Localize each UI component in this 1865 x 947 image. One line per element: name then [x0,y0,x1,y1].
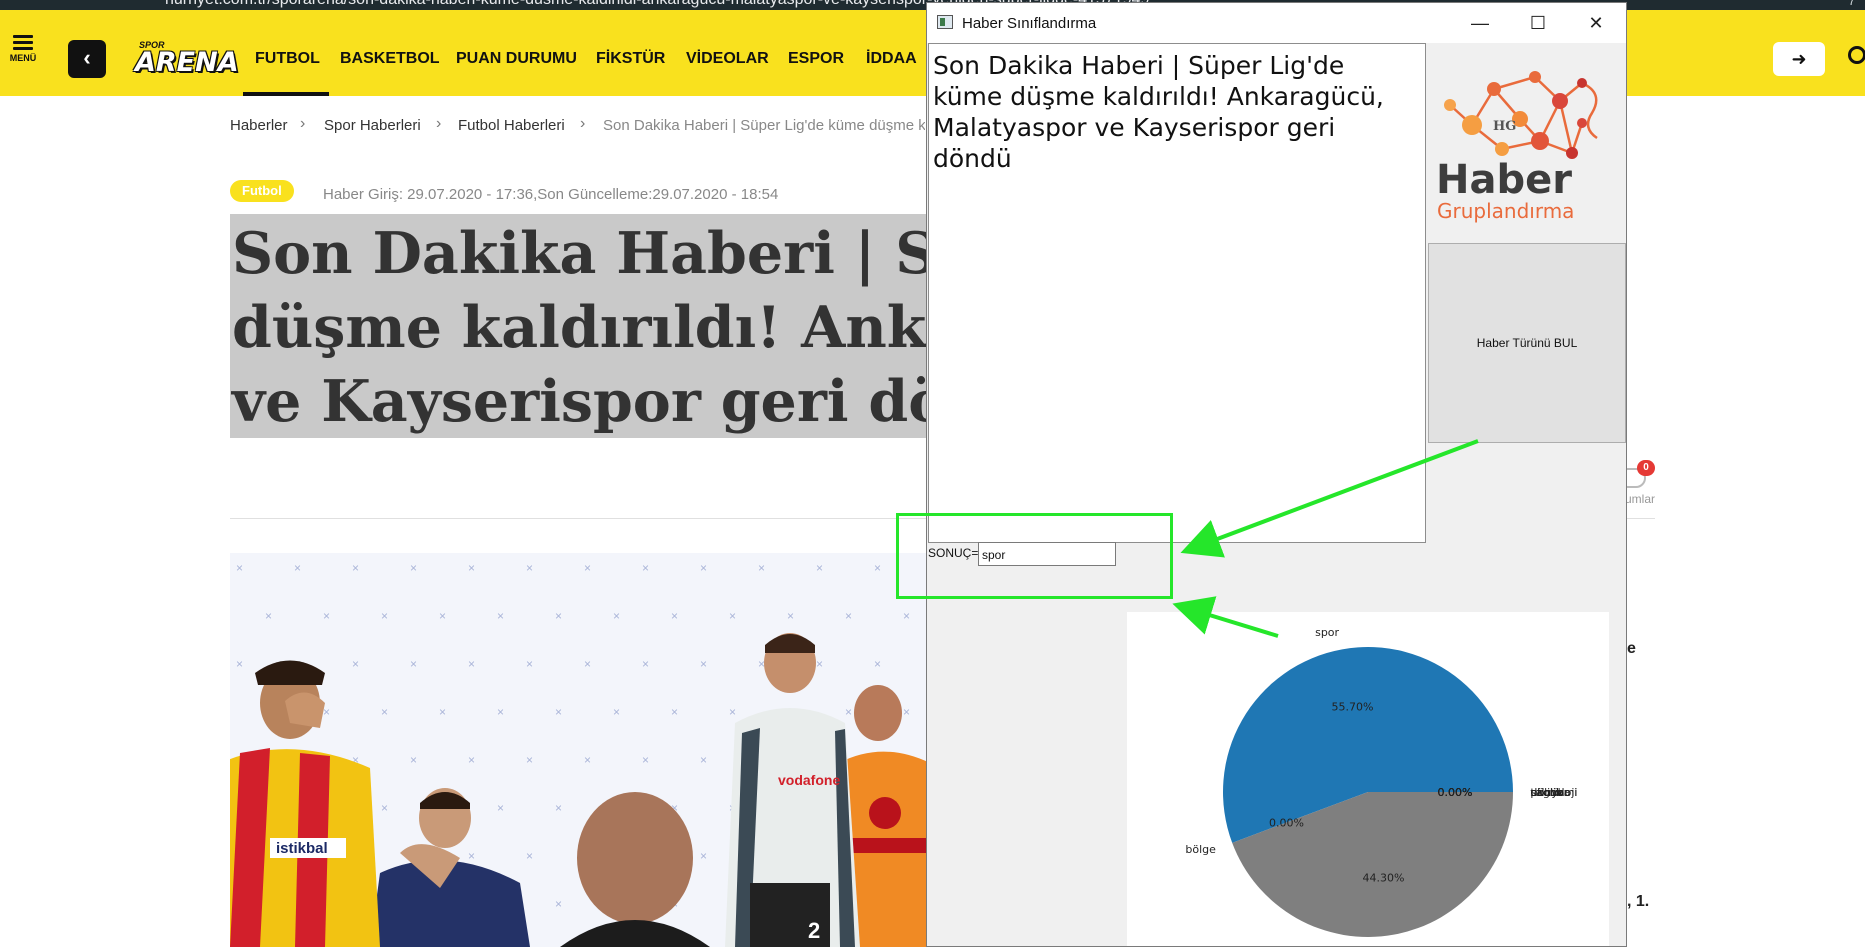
login-icon: ➜ [1791,49,1807,69]
nav-espor[interactable]: ESPOR [788,50,844,68]
window-title: Haber Sınıflandırma [962,15,1097,32]
logo-main-text: ARENA [135,47,239,78]
maximize-button[interactable]: ☐ [1509,3,1567,43]
logo-initials: HG [1493,119,1516,134]
chevron-right-icon: › [436,115,442,132]
headline-line: Son Dakika Haberi | Süp [232,220,930,287]
coach-figure [560,792,710,947]
hamburger-icon [13,35,33,50]
pie-chart-panel: spor55.70%bölge0.00%yasam44.30%ekonomi0.… [1127,612,1609,946]
menu-button[interactable]: MENÜ [6,32,40,82]
close-button[interactable]: ✕ [1567,3,1625,43]
sponsor-text: vodafone [778,772,840,788]
nav-basketbol[interactable]: BASKETBOL [340,50,440,68]
article-text-fragment: , 1. [1627,893,1650,910]
nav-fikstur[interactable]: FİKSTÜR [596,50,665,68]
minimize-button[interactable]: — [1451,3,1509,43]
logo-title: Haber [1436,157,1572,203]
article-dateline: Haber Giriş: 29.07.2020 - 17:36,Son Günc… [323,186,779,203]
comment-label[interactable]: umlar [1625,492,1655,506]
nav-videolar[interactable]: VİDEOLAR [686,50,769,68]
logo-subtitle: Gruplandırma [1437,199,1574,223]
breadcrumb-haberler[interactable]: Haberler [230,117,288,134]
headline-line: ve Kayserispor geri dön [232,368,930,435]
article-text-fragment: e [1627,640,1636,657]
pie-value-label: 0.00% [1438,786,1473,799]
back-button[interactable]: ‹ [68,40,106,78]
network-graph-icon: HG Haber Gruplandırma [1436,71,1598,223]
article-photo: × × × × × × × × × × × × × × × × × × × × × × × × × × × × × × × × × × × × × × × ×… [230,553,930,947]
active-nav-indicator [243,92,329,96]
article-headline: Son Dakika Haberi | Süp düşme kaldırıldı… [230,214,930,438]
highlight-box [896,513,1173,599]
news-text-area[interactable]: Son Dakika Haberi | Süper Lig'de küme dü… [928,43,1426,543]
players-illustration: vodafone 2 istikbal [230,633,930,947]
menu-label: MENÜ [9,53,37,63]
chevron-right-icon: › [300,115,306,132]
pie-label-bölge: bölge [1185,843,1216,856]
haber-gruplandirma-logo: HG Haber Gruplandırma [1432,53,1622,243]
jersey-sponsor-text: istikbal [276,840,328,857]
breadcrumb-futbol-haberleri[interactable]: Futbol Haberleri [458,117,565,134]
chevron-left-icon: ‹ [83,45,91,70]
player-yellow-red: istikbal [230,660,380,947]
pie-value-label: 0.00% [1269,816,1304,829]
shirt-number: 2 [808,918,820,943]
pie-label-teknoloji: teknoloji [1530,786,1577,799]
nav-iddaa[interactable]: İDDAA [866,50,917,68]
player-white: vodafone 2 [725,633,860,947]
find-news-type-button[interactable]: Haber Türünü BUL [1428,243,1626,443]
site-logo[interactable]: SPOR ARENA [135,40,239,80]
pie-chart: spor55.70%bölge0.00%yasam44.30%ekonomi0.… [1185,626,1577,946]
category-badge[interactable]: Futbol [230,180,294,202]
pie-label-spor: spor [1315,626,1339,639]
app-window: Haber Sınıflandırma — ☐ ✕ Son Dakika Hab… [926,2,1627,947]
pie-value-label: 55.70% [1332,700,1374,713]
headline-line: düşme kaldırıldı! Ankar [232,294,930,361]
window-titlebar[interactable]: Haber Sınıflandırma — ☐ ✕ [927,3,1626,43]
extension-badge[interactable]: 7 [1848,0,1855,8]
login-button[interactable]: ➜ [1773,42,1825,76]
app-window-icon [937,15,953,29]
chevron-right-icon: › [580,115,586,132]
nav-futbol[interactable]: FUTBOL [255,50,320,68]
player-navy [370,788,530,947]
comment-count-badge: 0 [1637,460,1655,476]
breadcrumb-spor-haberleri[interactable]: Spor Haberleri [324,117,421,134]
search-icon[interactable] [1848,46,1865,64]
nav-puan-durumu[interactable]: PUAN DURUMU [456,50,577,68]
breadcrumb-current: Son Dakika Haberi | Süper Lig'de küme dü… [603,117,925,134]
pie-value-label: 44.30% [1363,872,1405,885]
